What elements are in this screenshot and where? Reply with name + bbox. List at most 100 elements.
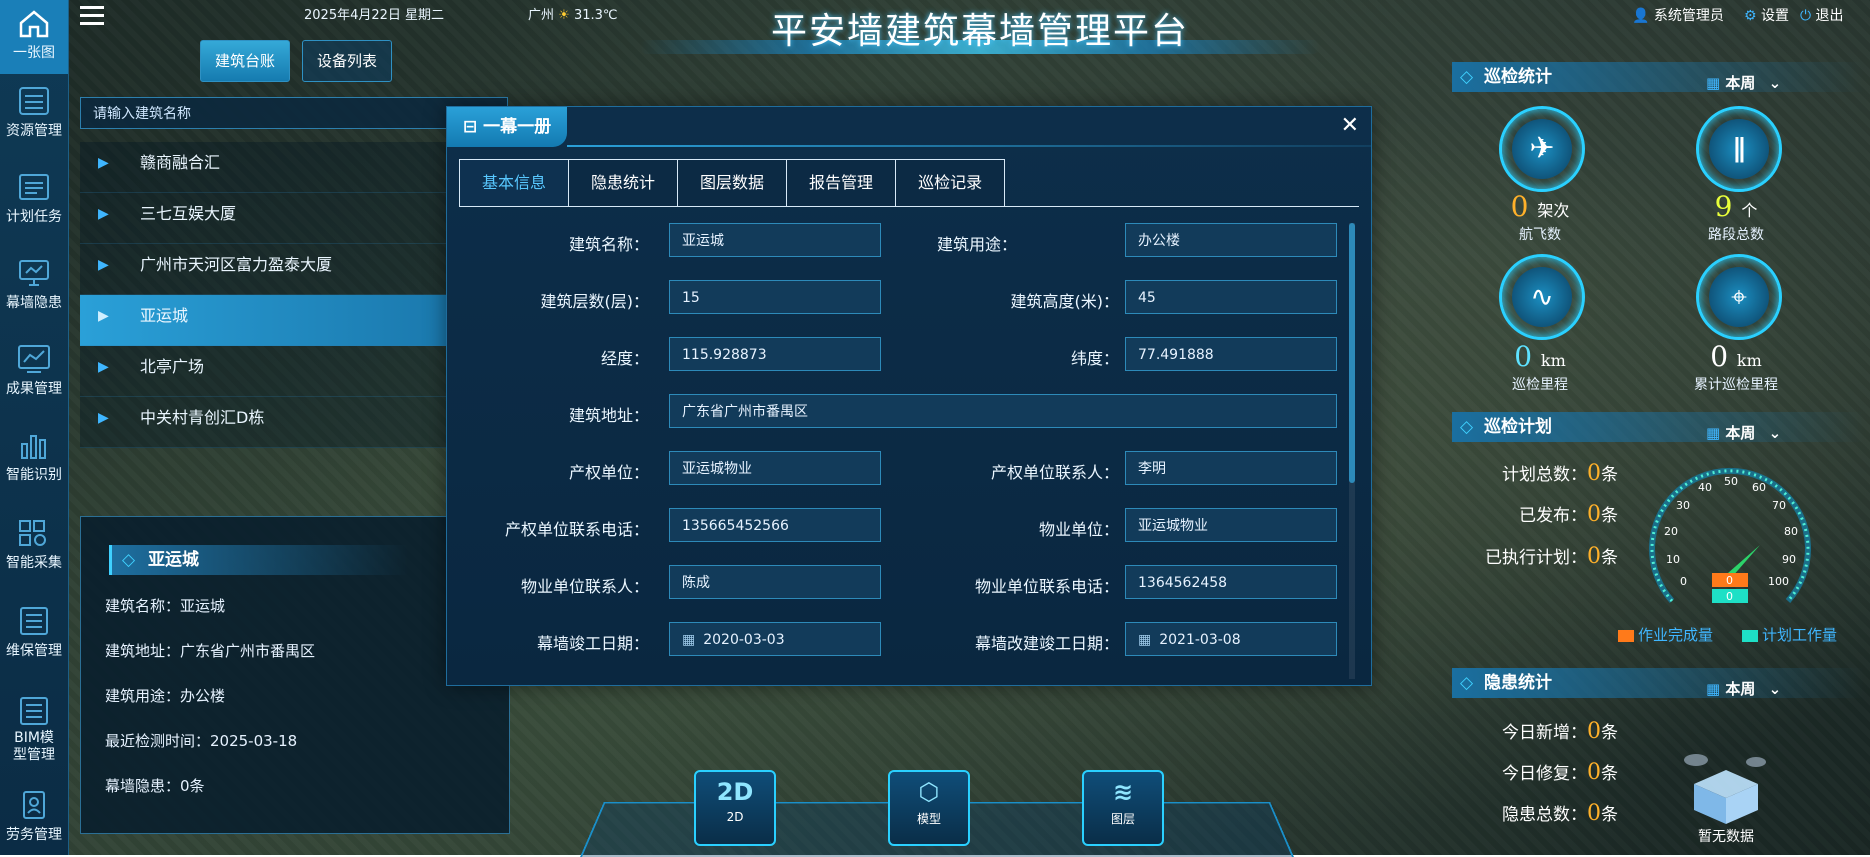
plan-executed: 已执行计划：0条 <box>1448 543 1618 569</box>
label-property-contact: 物业单位联系人： <box>520 577 649 596</box>
label-owner-phone: 产权单位联系电话： <box>504 520 649 539</box>
label-completed-date: 幕墙竣工日期： <box>536 634 649 653</box>
play-arrow-icon: ▶ <box>98 257 109 273</box>
nav-plan-label: 计划任务 <box>6 209 62 225</box>
building-use-field[interactable]: 办公楼 <box>1125 223 1337 257</box>
inspection-stats-period[interactable]: ▦ 本周 ⌄ <box>1706 72 1781 93</box>
weather-city: 广州 <box>528 8 555 23</box>
cube-icon: ⬡ <box>918 778 940 806</box>
nav-collect[interactable]: 智能采集 <box>0 518 68 572</box>
legend-plan-label: 计划工作量 <box>1762 626 1838 644</box>
bar-chart-icon <box>21 435 46 459</box>
nav-recognition[interactable]: 智能识别 <box>0 430 68 484</box>
building-item[interactable]: ▶ 广州市天河区富力盈泰大厦 <box>80 244 508 295</box>
building-item[interactable]: ▶ 赣商融合汇 <box>80 142 508 193</box>
nav-maintenance[interactable]: 维保管理 <box>0 606 68 660</box>
tab-building-account[interactable]: 建筑台账 <box>200 40 291 82</box>
plan-gauge: 0 10 20 30 40 50 60 70 80 90 100 0 0 <box>1649 467 1811 604</box>
plan-total: 计划总数：0条 <box>1448 460 1618 486</box>
search-input[interactable]: 请输入建筑名称 <box>80 97 508 129</box>
power-icon: ⏻ <box>1800 8 1812 24</box>
latitude-field[interactable]: 77.491888 <box>1125 337 1337 371</box>
owner-contact-field[interactable]: 李明 <box>1125 451 1337 485</box>
user-button[interactable]: 👤 系统管理员 <box>1632 5 1724 25</box>
nav-plan[interactable]: 计划任务 <box>0 172 68 226</box>
menu-toggle-icon[interactable] <box>80 6 104 26</box>
mileage-unit: km <box>1540 351 1566 370</box>
building-item-selected[interactable]: ▶ 亚运城 <box>80 295 508 346</box>
building-name: 北亭广场 <box>140 357 205 376</box>
calendar-icon: ▦ <box>1706 680 1721 698</box>
chevron-down-icon: ⌄ <box>1768 424 1782 442</box>
tab-device-list[interactable]: 设备列表 <box>302 40 393 82</box>
tab-inspection-records[interactable]: 巡检记录 <box>895 159 1006 207</box>
logout-label: 退出 <box>1815 8 1844 24</box>
property-phone-field[interactable]: 1364562458 <box>1125 565 1337 599</box>
property-field[interactable]: 亚运城物业 <box>1125 508 1337 542</box>
address-field[interactable]: 广东省广州市番禺区 <box>669 394 1337 428</box>
page-title: 平安墙建筑幕墙管理平台 <box>770 11 1189 52</box>
play-arrow-icon: ▶ <box>98 155 109 171</box>
nav-results[interactable]: 成果管理 <box>0 344 68 398</box>
hazard-today-new: 今日新增：0条 <box>1448 718 1618 744</box>
tab-hazard-stats[interactable]: 隐患统计 <box>568 159 678 207</box>
detail-title: ◇ 亚运城 <box>109 545 408 575</box>
hazard-fixed-unit: 条 <box>1601 764 1618 784</box>
scrollbar-thumb[interactable] <box>1349 223 1355 483</box>
renovated-date-picker[interactable]: ▦ 2021-03-08 <box>1125 622 1337 656</box>
modal-title: ⊟ 一幕一册 <box>447 107 567 147</box>
calendar-list-icon <box>19 174 49 200</box>
hazard-total-unit: 条 <box>1601 805 1618 825</box>
layers-icon: ≋ <box>1112 778 1134 806</box>
total-mileage-value: 0 <box>1710 340 1729 373</box>
mileage-stat: 0 km <box>1460 340 1620 373</box>
plan-published: 已发布：0条 <box>1448 501 1618 527</box>
tab-report[interactable]: 报告管理 <box>786 159 896 207</box>
date-text: 2025年4月22日 星期二 <box>304 8 445 23</box>
building-profile-modal: ⊟ 一幕一册 ✕ 基本信息 隐患统计 图层数据 报告管理 巡检记录 建筑名称： … <box>446 106 1372 686</box>
logout-button[interactable]: ⏻ 退出 <box>1800 5 1844 25</box>
layers-label: 图层 <box>1110 812 1135 826</box>
tab-layer-data[interactable]: 图层数据 <box>677 159 787 207</box>
nav-hazard[interactable]: 幕墙隐患 <box>0 258 68 312</box>
segments-unit: 个 <box>1741 201 1758 220</box>
calendar-icon: ▦ <box>1706 74 1721 92</box>
gauge-tick: 30 <box>1676 499 1690 512</box>
route-glyph-icon: ∿ <box>1530 280 1554 313</box>
detail-name: 建筑名称：亚运城 <box>105 597 226 615</box>
gauge-tick: 90 <box>1782 553 1796 566</box>
height-field[interactable]: 45 <box>1125 280 1337 314</box>
layers-button[interactable]: ≋ 图层 <box>1082 770 1164 846</box>
label-owner: 产权单位： <box>568 463 649 482</box>
period-label: 本周 <box>1725 74 1756 92</box>
flight-icon-bg: ✈ <box>1512 119 1572 179</box>
tab-basic-info[interactable]: 基本信息 <box>459 159 569 207</box>
building-item[interactable]: ▶ 三七互娱大厦 <box>80 193 508 244</box>
flight-icon: ✈ <box>1499 106 1585 192</box>
nav-resource[interactable]: 资源管理 <box>0 86 68 140</box>
nav-labor-label: 劳务管理 <box>6 827 62 843</box>
building-item[interactable]: ▶ 中关村青创汇D栋 <box>80 397 508 448</box>
label-property-phone: 物业单位联系电话： <box>974 577 1119 596</box>
plane-icon: ✈ <box>1529 131 1555 166</box>
calendar-icon: ▦ <box>682 632 696 648</box>
pin-glyph-icon: ⌖ <box>1731 280 1747 313</box>
settings-button[interactable]: ⚙ 设置 <box>1744 5 1789 25</box>
nav-bim[interactable]: BIM模型管理 <box>0 696 68 764</box>
nav-home[interactable]: 一张图 <box>0 0 68 74</box>
inspection-plan-period[interactable]: ▦ 本周 ⌄ <box>1706 422 1781 443</box>
gear-icon: ⚙ <box>1744 8 1757 24</box>
hazard-stats-period[interactable]: ▦ 本周 ⌄ <box>1706 678 1781 699</box>
gauge-tick: 20 <box>1664 525 1678 538</box>
view-2d-button[interactable]: 2D 2D <box>694 770 776 846</box>
building-item[interactable]: ▶ 北亭广场 <box>80 346 508 397</box>
total-mileage-stat: 0 km <box>1656 340 1816 373</box>
nav-maintenance-label: 维保管理 <box>6 643 62 659</box>
modal-scrollbar[interactable] <box>1349 223 1355 679</box>
route-icon-bg: ∿ <box>1512 267 1572 327</box>
model-view-button[interactable]: ⬡ 模型 <box>888 770 970 846</box>
close-icon[interactable]: ✕ <box>1341 113 1359 138</box>
label-building-use: 建筑用途： <box>936 235 1017 254</box>
nav-labor[interactable]: 劳务管理 <box>0 790 68 844</box>
gauge-tick: 10 <box>1666 553 1680 566</box>
